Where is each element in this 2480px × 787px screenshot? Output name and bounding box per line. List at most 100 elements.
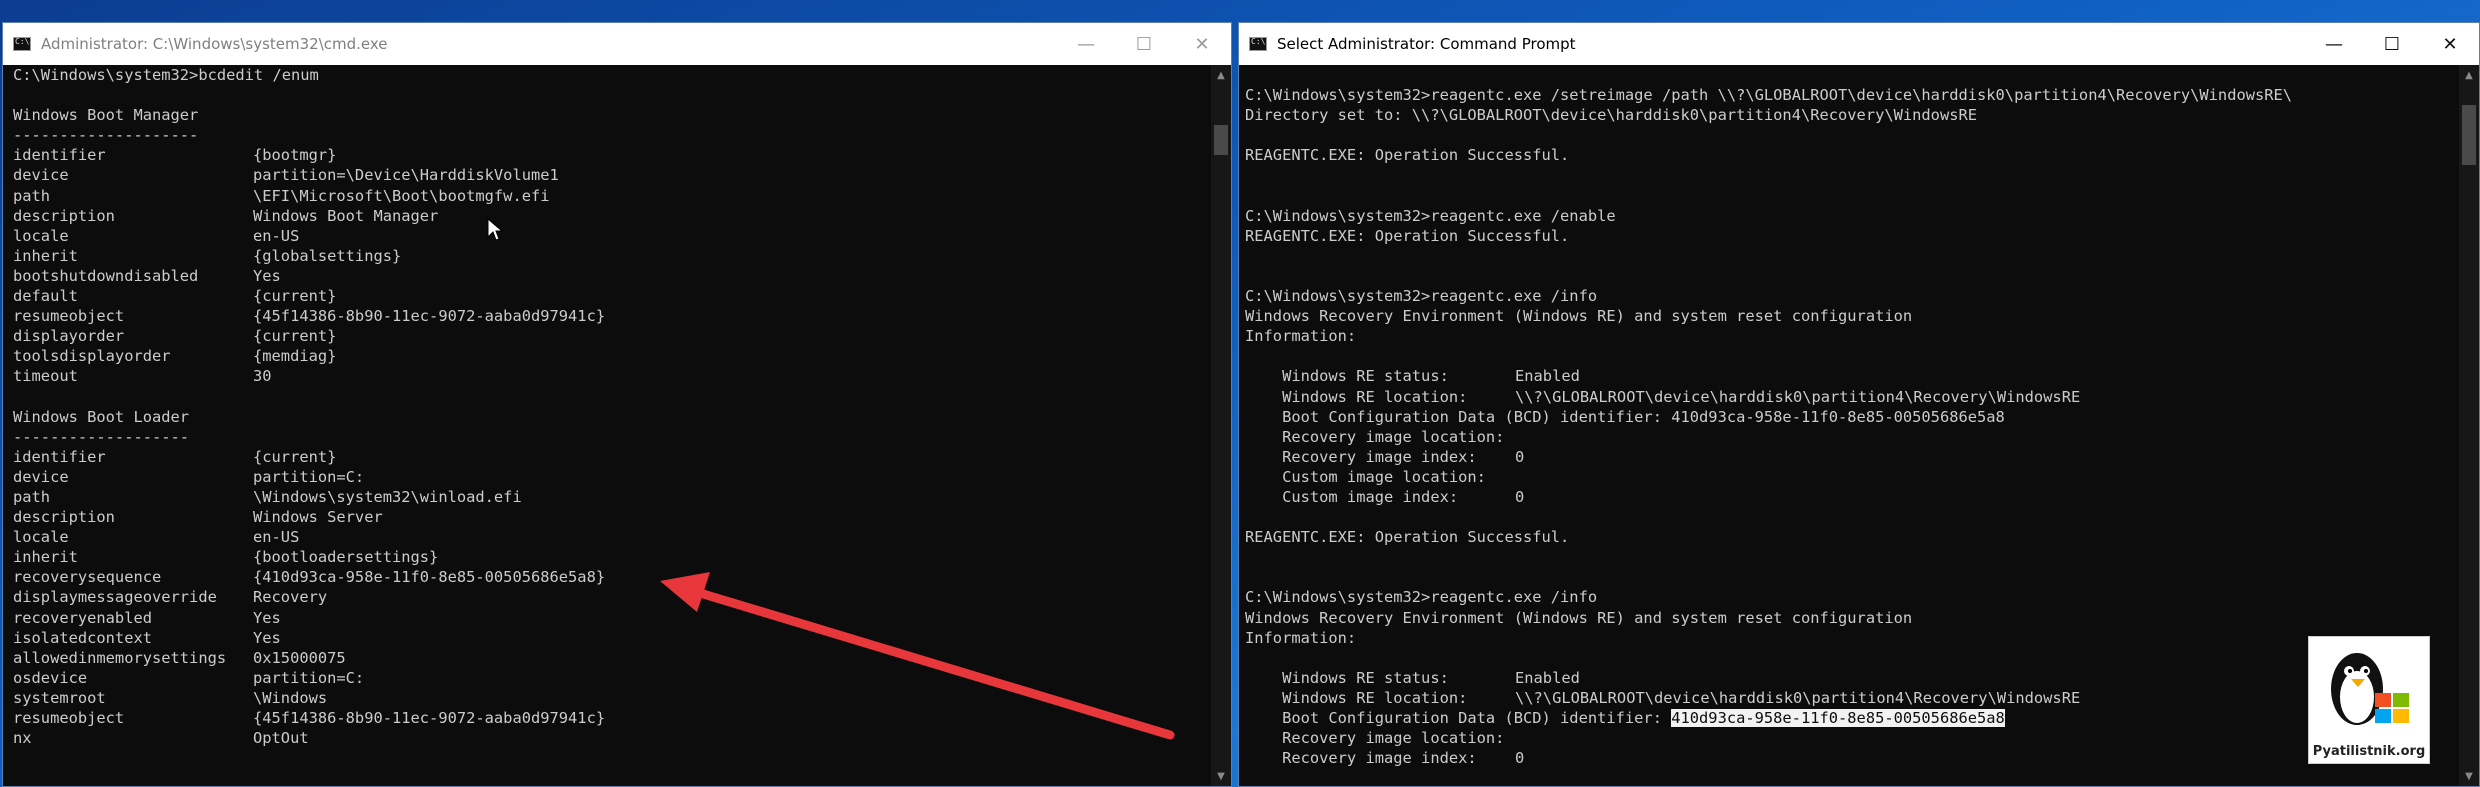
console-value: {bootmgr} <box>253 146 337 165</box>
console-line: systemroot \Windows <box>13 688 1211 708</box>
watermark-label: Pyatilistnik.org <box>2312 744 2426 759</box>
window-title: Administrator: C:\Windows\system32\cmd.e… <box>41 35 388 53</box>
console-line: Recovery image location: <box>1245 427 2459 447</box>
console-value: {current} <box>253 287 337 306</box>
console-value: {memdiag} <box>253 347 337 366</box>
console-line: path \Windows\system32\winload.efi <box>13 487 1211 507</box>
maximize-button[interactable]: ☐ <box>1115 23 1173 65</box>
console-text: REAGENTC.EXE: Operation Successful. <box>1245 146 1570 165</box>
minimize-button[interactable]: — <box>2305 23 2363 65</box>
penguin-windows-logo-icon <box>2331 653 2409 725</box>
scroll-down-arrow-icon[interactable]: ▼ <box>2459 766 2479 786</box>
console-value: {bootloadersettings} <box>253 548 439 567</box>
console-line: -------------------- <box>13 125 1211 145</box>
console-output[interactable]: C:\Windows\system32>reagentc.exe /setrei… <box>1239 65 2459 786</box>
console-value: {410d93ca-958e-11f0-8e85-00505686e5a8} <box>253 568 606 587</box>
console-value: 0 <box>1515 447 1525 466</box>
console-output[interactable]: C:\Windows\system32>bcdedit /enum Windows… <box>3 65 1211 786</box>
console-key: Recovery image location: <box>1245 427 1505 446</box>
console-key: recoveryenabled <box>13 608 152 627</box>
console-line: Windows Recovery Environment (Windows RE… <box>1245 306 2459 326</box>
console-value: OptOut <box>253 729 309 748</box>
console-value: {current} <box>253 447 337 466</box>
console-line: Custom image index: 0 <box>1245 487 2459 507</box>
console-line: isolatedcontext Yes <box>13 628 1211 648</box>
console-line: Custom image location: <box>1245 467 2459 487</box>
scroll-thumb[interactable] <box>2462 105 2476 165</box>
console-text: Boot Configuration Data (BCD) identifier… <box>1245 407 2005 426</box>
console-text: C:\Windows\system32>reagentc.exe /enable <box>1245 206 1616 225</box>
console-value: {45f14386-8b90-11ec-9072-aaba0d97941c} <box>253 307 606 326</box>
console-line: C:\Windows\system32>reagentc.exe /info <box>1245 587 2459 607</box>
console-value: en-US <box>253 226 300 245</box>
scroll-thumb[interactable] <box>1214 125 1228 155</box>
console-line: Windows RE status: Enabled <box>1245 668 2459 688</box>
console-line: C:\Windows\system32>reagentc.exe /setrei… <box>1245 85 2459 105</box>
console-key: resumeobject <box>13 709 125 727</box>
console-line: Boot Configuration Data (BCD) identifier… <box>1245 407 2459 427</box>
scroll-down-arrow-icon[interactable]: ▼ <box>1211 766 1231 786</box>
console-value: Windows Server <box>253 508 383 527</box>
title-bar[interactable]: Select Administrator: Command Prompt — ☐… <box>1239 23 2479 65</box>
console-key: device <box>13 166 69 185</box>
console-line: REAGENTC.EXE: Operation Successful. <box>1245 226 2459 246</box>
console-text: Information: <box>1245 327 1357 346</box>
console-text: C:\Windows\system32>reagentc.exe /setrei… <box>1245 86 2293 105</box>
console-value: Enabled <box>1515 668 1580 687</box>
scroll-up-arrow-icon[interactable]: ▲ <box>1211 65 1231 85</box>
console-key: Windows RE status: <box>1245 668 1449 687</box>
console-line: Windows Boot Loader <box>13 407 1211 427</box>
selected-text-highlight[interactable]: 410d93ca-958e-11f0-8e85-00505686e5a8 <box>1671 709 2005 727</box>
console-key: Windows RE location: <box>1245 688 1468 707</box>
console-line: device partition=\Device\HarddiskVolume1 <box>13 165 1211 185</box>
console-line: resumeobject {45f14386-8b90-11ec-9072-aab… <box>13 306 1211 326</box>
close-button[interactable]: ✕ <box>1173 23 1231 65</box>
console-line: C:\Windows\system32>reagentc.exe /enable <box>1245 206 2459 226</box>
close-button[interactable]: ✕ <box>2421 23 2479 65</box>
console-value: {current} <box>253 327 337 346</box>
console-line: description Windows Boot Manager <box>13 206 1211 226</box>
console-line: path \EFI\Microsoft\Boot\bootmgfw.efi <box>13 186 1211 206</box>
console-key: locale <box>13 528 69 547</box>
console-text: Directory set to: \\?\GLOBALROOT\device\… <box>1245 106 1978 125</box>
console-value: Yes <box>253 628 281 647</box>
console-line: Recovery image location: <box>1245 728 2459 748</box>
site-logo-watermark: Pyatilistnik.org <box>2308 636 2430 764</box>
console-line: device partition=C: <box>13 467 1211 487</box>
vertical-scrollbar[interactable]: ▲ ▼ <box>2459 65 2479 786</box>
vertical-scrollbar[interactable]: ▲ ▼ <box>1211 65 1231 786</box>
console-line: osdevice partition=C: <box>13 668 1211 688</box>
console-value: \Windows\system32\winload.efi <box>253 487 522 506</box>
console-key: Custom image location: <box>1245 467 1486 486</box>
console-line: inherit {bootloadersettings} <box>13 547 1211 567</box>
console-line: allowedinmemorysettings 0x15000075 <box>13 648 1211 668</box>
console-line: description Windows Server <box>13 507 1211 527</box>
cmd-app-icon <box>13 37 31 51</box>
console-line: Windows Boot Manager <box>13 105 1211 125</box>
console-key: inherit <box>13 548 78 567</box>
console-key: displayorder <box>13 327 125 346</box>
minimize-button[interactable]: — <box>1057 23 1115 65</box>
console-value: 0 <box>1515 487 1525 506</box>
console-line: resumeobject {45f14386-8b90-11ec-9072-aab… <box>13 708 1211 728</box>
mouse-cursor-icon <box>487 218 503 241</box>
console-key: allowedinmemorysettings <box>13 648 227 667</box>
maximize-button[interactable]: ☐ <box>2363 23 2421 65</box>
scroll-up-arrow-icon[interactable]: ▲ <box>2459 65 2479 85</box>
console-text: ------------------- <box>13 427 190 446</box>
console-text: -------------------- <box>13 126 199 145</box>
console-key: description <box>13 206 115 225</box>
console-value: 0x15000075 <box>253 648 346 667</box>
cmd-window-left[interactable]: Administrator: C:\Windows\system32\cmd.e… <box>2 22 1232 787</box>
console-value: 30 <box>253 367 272 386</box>
console-line: Boot Configuration Data (BCD) identifier… <box>1245 708 2459 728</box>
title-bar[interactable]: Administrator: C:\Windows\system32\cmd.e… <box>3 23 1231 65</box>
console-value: \EFI\Microsoft\Boot\bootmgfw.efi <box>253 186 550 205</box>
cmd-window-right[interactable]: Select Administrator: Command Prompt — ☐… <box>1238 22 2480 787</box>
